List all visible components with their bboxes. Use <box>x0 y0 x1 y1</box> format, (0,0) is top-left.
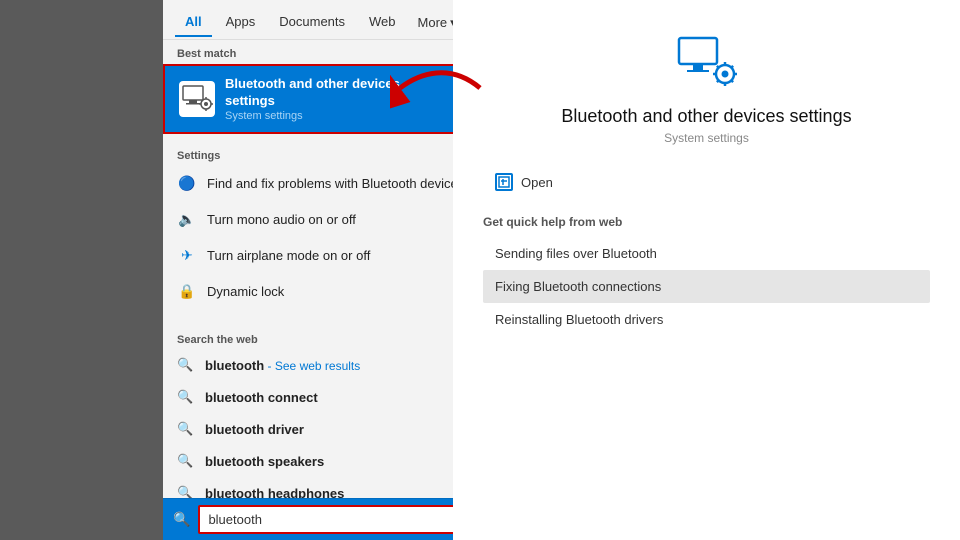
quick-help-label: Get quick help from web <box>483 215 930 229</box>
quick-help-item-1[interactable]: Fixing Bluetooth connections <box>483 270 930 303</box>
airplane-icon: ✈ <box>177 246 197 266</box>
right-panel: Bluetooth and other devices settings Sys… <box>453 0 960 540</box>
search-bar-icon: 🔍 <box>173 511 190 528</box>
right-icon-area <box>483 30 930 94</box>
right-panel-title: Bluetooth and other devices settings <box>483 106 930 127</box>
search-icon-2: 🔍 <box>177 421 195 439</box>
right-panel-settings-icon <box>675 30 739 94</box>
search-icon-3: 🔍 <box>177 453 195 471</box>
audio-icon: 🔈 <box>177 210 197 230</box>
right-panel-icon <box>675 30 739 94</box>
search-icon-4: 🔍 <box>177 485 195 498</box>
tab-web[interactable]: Web <box>359 8 406 37</box>
quick-help-item-2[interactable]: Reinstalling Bluetooth drivers <box>483 303 930 336</box>
bluetooth-icon: 🔵 <box>177 174 197 194</box>
right-panel-subtitle: System settings <box>483 131 930 145</box>
best-match-title-span: Bluetooth <box>225 76 286 91</box>
quick-help-item-0[interactable]: Sending files over Bluetooth <box>483 237 930 270</box>
tab-all[interactable]: All <box>175 8 212 37</box>
open-icon <box>495 173 513 191</box>
best-match-title: Bluetooth and other devices settings <box>225 76 400 110</box>
search-icon-1: 🔍 <box>177 389 195 407</box>
tab-apps[interactable]: Apps <box>216 8 266 37</box>
best-match-icon <box>179 81 215 117</box>
lock-icon: 🔒 <box>177 282 197 302</box>
best-match-subtitle: System settings <box>225 110 400 122</box>
tab-documents[interactable]: Documents <box>269 8 355 37</box>
open-label: Open <box>521 175 553 190</box>
bluetooth-settings-icon <box>180 82 214 116</box>
search-icon-0: 🔍 <box>177 357 195 375</box>
open-button[interactable]: Open <box>483 165 930 199</box>
best-match-text: Bluetooth and other devices settings Sys… <box>225 76 400 122</box>
